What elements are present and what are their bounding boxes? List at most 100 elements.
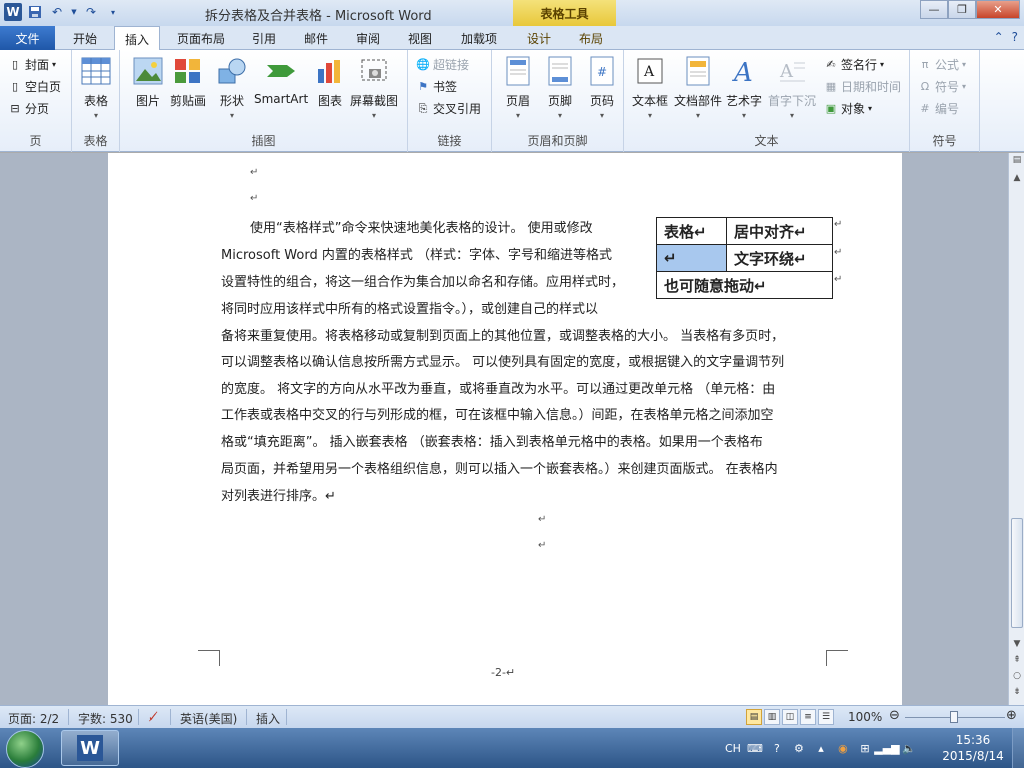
equation-button[interactable]: π 公式 ▾ [918,56,966,73]
show-hidden-icons-icon[interactable]: ▴ [813,740,829,756]
word-app-icon[interactable]: W [4,3,22,21]
document-page[interactable]: ↵ ↵ 使用“表格样式”命令来快速地美化表格的设计。 使用或修改 Microso… [108,153,902,705]
page-number-button[interactable]: # 页码 ▾ [586,54,618,120]
window-title: 拆分表格及合并表格 - Microsoft Word [205,9,432,24]
tab-review[interactable]: 审阅 [348,26,388,50]
zoom-out-icon[interactable]: ⊖ [889,708,900,723]
hyperlink-button[interactable]: 🌐 超链接 [416,56,469,73]
picture-button[interactable]: 图片 [132,54,164,109]
textbox-button[interactable]: A 文本框 ▾ [632,54,668,120]
undo-dropdown-icon[interactable]: ▼ [70,3,78,21]
status-separator [138,709,139,725]
table-button[interactable]: 表格 ▾ [80,54,112,120]
group-header-footer: 页眉 ▾ 页脚 ▾ # 页码 ▾ 页眉和页脚 [492,50,624,152]
tab-page-layout[interactable]: 页面布局 [170,26,232,50]
header-button[interactable]: 页眉 ▾ [502,54,534,120]
draft-view-icon[interactable]: ☰ [818,709,834,725]
tab-addins[interactable]: 加载项 [452,26,506,50]
print-layout-view-icon[interactable]: ▤ [746,709,762,725]
tab-table-design[interactable]: 设计 [518,26,560,50]
tab-table-layout[interactable]: 布局 [570,26,612,50]
zoom-in-icon[interactable]: ⊕ [1006,708,1017,723]
tab-insert[interactable]: 插入 [114,26,160,51]
page-break-button[interactable]: ⊟ 分页 [8,100,49,117]
wordart-button[interactable]: A 艺术字 ▾ [726,54,762,120]
tab-mailings[interactable]: 邮件 [296,26,336,50]
volume-icon[interactable]: 🔈 [901,740,917,756]
table-cell[interactable]: 文字环绕↵ [726,244,833,272]
screenshot-button[interactable]: 屏幕截图 ▾ [350,54,398,120]
blank-page-button[interactable]: ▯ 空白页 [8,78,61,95]
full-screen-reading-icon[interactable]: ▥ [764,709,780,725]
symbol-button[interactable]: Ω 符号 ▾ [918,78,966,95]
clipart-button[interactable]: 剪贴画 [170,54,206,109]
ruler-toggle-icon[interactable]: ▤ [1010,155,1024,171]
network-icon[interactable]: ▂▄▆ [874,740,899,756]
language-indicator[interactable]: 英语(美国) [180,710,237,727]
help-icon[interactable]: ? [1012,30,1018,44]
quick-parts-icon [682,54,714,88]
redo-icon[interactable]: ↷ [82,3,100,21]
previous-page-icon[interactable]: ⇞ [1010,655,1024,671]
scroll-down-arrow-icon[interactable]: ▼ [1010,639,1024,655]
web-layout-icon[interactable]: ◫ [782,709,798,725]
taskbar-word-button[interactable]: W [61,730,119,766]
outline-view-icon[interactable]: ≡ [800,709,816,725]
vertical-scrollbar[interactable]: ▤ ▲ ▼ ⇞ ○ ⇟ [1008,153,1024,705]
save-icon[interactable] [26,3,44,21]
zoom-level[interactable]: 100% [848,710,882,724]
tab-file[interactable]: 文件 [0,26,55,50]
tab-references[interactable]: 引用 [244,26,284,50]
proofing-icon[interactable]: ✓̸ [148,710,158,724]
keyboard-icon[interactable]: ⌨ [747,740,763,756]
zoom-slider-thumb[interactable] [950,711,958,723]
table-cell[interactable]: 居中对齐↵ [726,217,833,245]
input-language-indicator[interactable]: CH [725,742,741,755]
minimize-button[interactable]: — [920,0,948,19]
table-cell[interactable]: 表格↵ [656,217,727,245]
table-row: 也可随意拖动↵ [656,271,833,299]
scroll-up-arrow-icon[interactable]: ▲ [1010,173,1024,189]
shapes-button[interactable]: 形状 ▾ [216,54,248,120]
object-button[interactable]: ▣ 对象 ▾ [824,100,872,117]
date-time-button[interactable]: ▦ 日期和时间 [824,78,901,95]
minimize-ribbon-icon[interactable]: ⌃ [994,30,1004,44]
restore-button[interactable]: ❐ [948,0,976,19]
document-table[interactable]: 表格↵ 居中对齐↵ ↵ 文字环绕↵ 也可随意拖动↵ [656,217,833,299]
smartart-button[interactable]: SmartArt [254,54,308,106]
end-of-row-mark: ↵ [834,247,843,258]
table-cell-merged[interactable]: 也可随意拖动↵ [656,271,833,299]
svg-text:#: # [597,65,607,79]
cover-page-button[interactable]: ▯ 封面 ▾ [8,56,56,73]
browse-object-icon[interactable]: ○ [1010,671,1024,687]
options-tray-icon[interactable]: ⚙ [791,740,807,756]
dropcap-button[interactable]: A 首字下沉 ▾ [768,54,816,120]
page-count[interactable]: 页面: 2/2 [8,710,59,727]
cross-reference-button[interactable]: ⎘ 交叉引用 [416,100,481,117]
undo-icon[interactable]: ↶ [48,3,66,21]
system-clock[interactable]: 15:36 2015/8/14 [938,732,1008,764]
quick-parts-button[interactable]: 文档部件 ▾ [674,54,722,120]
clock-time: 15:36 [955,733,991,747]
bookmark-button[interactable]: ⚑ 书签 [416,78,457,95]
tab-home[interactable]: 开始 [62,26,108,50]
customize-toolbar-icon[interactable]: ▾ [104,3,122,21]
next-page-icon[interactable]: ⇟ [1010,687,1024,703]
footer-button[interactable]: 页脚 ▾ [544,54,576,120]
security-tray-icon[interactable]: ◉ [835,740,851,756]
tab-view[interactable]: 视图 [400,26,440,50]
shapes-icon [216,54,248,88]
help-tray-icon[interactable]: ? [769,740,785,756]
scrollbar-thumb[interactable] [1011,518,1023,628]
start-button[interactable] [6,730,44,768]
word-count[interactable]: 字数: 530 [78,710,133,727]
show-desktop-button[interactable] [1012,728,1024,768]
close-button[interactable]: ✕ [976,0,1020,19]
table-cell-selected[interactable]: ↵ [656,244,727,272]
chart-button[interactable]: 图表 [314,54,346,109]
body-text-line: 将同时应用该样式中所有的格式设置指令。），或创建自己的样式以 [221,302,599,317]
numbering-button[interactable]: # 编号 [918,100,959,117]
signature-line-button[interactable]: ✍ 签名行 ▾ [824,56,884,73]
windows-flag-icon[interactable]: ⊞ [857,740,873,756]
insert-mode-indicator[interactable]: 插入 [256,710,280,727]
